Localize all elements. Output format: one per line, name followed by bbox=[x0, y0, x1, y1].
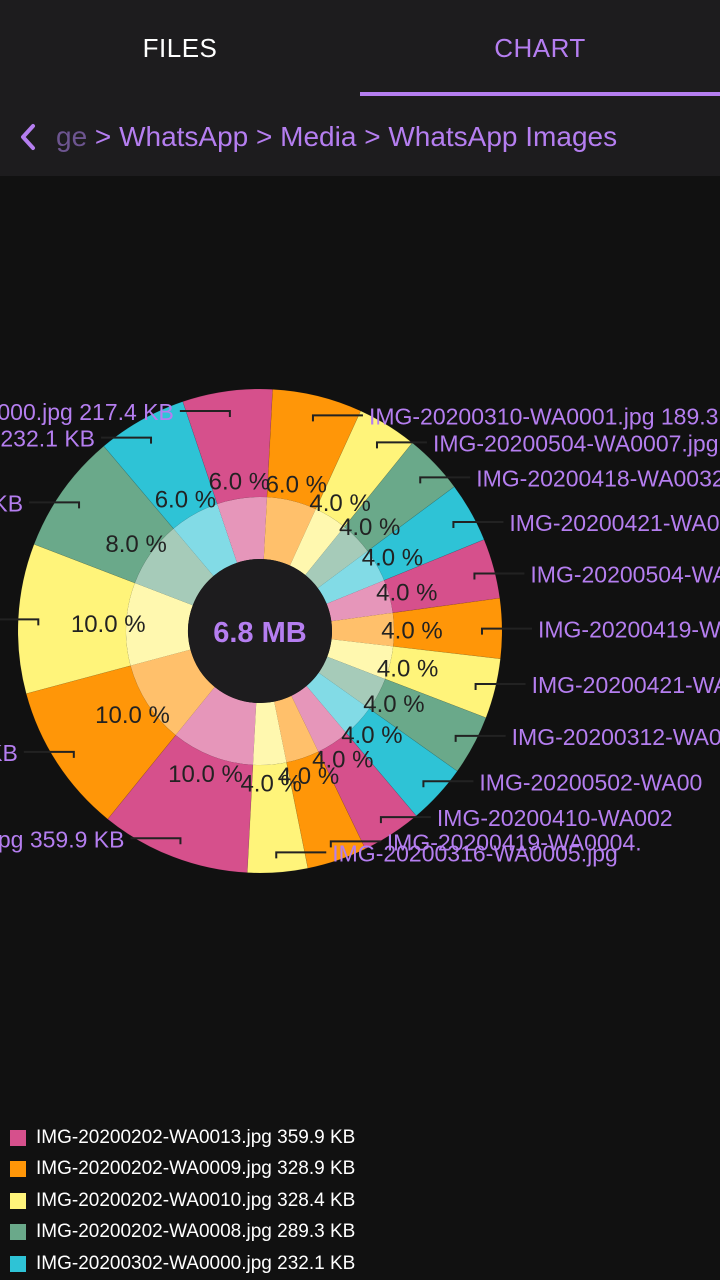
legend-swatch bbox=[10, 1161, 26, 1178]
pie-outer-label: IMG-20200310-WA0001.jpg 189.3 KB bbox=[369, 403, 720, 429]
pie-percent-label: 4.0 % bbox=[341, 722, 402, 749]
pie-outer-label: IMG-20200419-WA0 bbox=[538, 617, 720, 643]
breadcrumb-path[interactable]: ge > WhatsApp > Media > WhatsApp Images bbox=[56, 121, 617, 153]
back-button[interactable] bbox=[0, 109, 56, 165]
tab-files[interactable]: FILES bbox=[0, 0, 360, 96]
legend-swatch bbox=[10, 1255, 26, 1272]
legend-item: IMG-20200202-WA0010.jpg 328.4 KB bbox=[10, 1185, 710, 1217]
pie-percent-label: 4.0 % bbox=[309, 490, 370, 517]
legend-label: IMG-20200202-WA0013.jpg 359.9 KB bbox=[36, 1126, 356, 1148]
chart-legend: IMG-20200202-WA0013.jpg 359.9 KB IMG-202… bbox=[10, 1122, 710, 1280]
legend-label: IMG-20200302-WA0000.jpg 232.1 KB bbox=[36, 1252, 356, 1274]
legend-swatch bbox=[10, 1129, 26, 1146]
pie-outer-label: IMG-20200502-WA00 bbox=[479, 769, 702, 795]
tab-chart-label: CHART bbox=[494, 32, 586, 63]
pie-chart[interactable]: 6.8 MB 10.0 % IMG-20200202-WA0013.jpg 359.… bbox=[0, 176, 720, 1096]
chart-area: 6.8 MB 10.0 % IMG-20200202-WA0013.jpg 359.… bbox=[0, 176, 720, 1096]
pie-outer-label: IMG-20200317-WA0000.jpg 217.4 KB bbox=[0, 399, 174, 425]
pie-percent-label: 6.0 % bbox=[209, 468, 270, 495]
legend-item: IMG-20200202-WA0009.jpg 328.9 KB bbox=[10, 1154, 710, 1186]
app-header: FILES CHART ge > WhatsApp > Media > What… bbox=[0, 0, 720, 176]
legend-item: IMG-20200202-WA0013.jpg 359.9 KB bbox=[10, 1122, 710, 1154]
breadcrumb-faded-prefix: ge bbox=[56, 121, 88, 152]
legend-label: IMG-20200202-WA0008.jpg 289.3 KB bbox=[36, 1221, 356, 1243]
pie-percent-label: 4.0 % bbox=[339, 514, 400, 541]
legend-label: IMG-20200202-WA0010.jpg 328.4 KB bbox=[36, 1189, 356, 1211]
pie-outer-label: IMG-20200202-WA0013.jpg 359.9 KB bbox=[0, 826, 124, 852]
pie-outer-label: IMG-20200202-WA0008.jpg 289.3 KB bbox=[0, 490, 23, 516]
pie-outer-label: IMG-20200421-WA000 bbox=[509, 510, 720, 536]
pie-percent-label: 4.0 % bbox=[377, 655, 438, 682]
pie-percent-label: 10.0 % bbox=[71, 611, 146, 638]
breadcrumb-text: > WhatsApp > Media > WhatsApp Images bbox=[87, 121, 618, 152]
pie-outer-label: IMG-20200316-WA0005.jpg bbox=[332, 840, 618, 866]
pie-center-label: 6.8 MB bbox=[213, 617, 306, 649]
pie-percent-label: 4.0 % bbox=[376, 580, 437, 607]
pie-outer-label: IMG-20200202-WA0009.jpg 328.9 KB bbox=[0, 740, 18, 766]
chevron-left-icon bbox=[21, 124, 35, 150]
pie-percent-label: 4.0 % bbox=[363, 691, 424, 718]
pie-outer-label: IMG-20200302-WA0000.jpg 232.1 KB bbox=[0, 426, 95, 452]
legend-swatch bbox=[10, 1192, 26, 1209]
pie-percent-label: 10.0 % bbox=[95, 702, 170, 729]
pie-outer-label: IMG-20200312-WA0 bbox=[512, 724, 720, 750]
pie-percent-label: 8.0 % bbox=[105, 531, 166, 558]
pie-percent-label: 10.0 % bbox=[168, 761, 243, 788]
pie-outer-label: IMG-20200410-WA002 bbox=[437, 805, 673, 831]
tab-bar: FILES CHART bbox=[0, 0, 720, 96]
pie-outer-label: IMG-20200504-WA00 bbox=[530, 562, 720, 588]
breadcrumb: ge > WhatsApp > Media > WhatsApp Images bbox=[0, 104, 720, 170]
pie-percent-label: 4.0 % bbox=[381, 617, 442, 644]
tab-chart[interactable]: CHART bbox=[360, 0, 720, 96]
pie-percent-label: 4.0 % bbox=[362, 544, 423, 571]
legend-item: IMG-20200202-WA0008.jpg 289.3 KB bbox=[10, 1217, 710, 1249]
legend-swatch bbox=[10, 1224, 26, 1241]
pie-percent-label: 6.0 % bbox=[155, 487, 216, 514]
pie-outer-label: IMG-20200504-WA0007.jpg bbox=[433, 430, 719, 456]
pie-outer-label: IMG-20200421-WA00 bbox=[532, 672, 720, 698]
pie-outer-label: IMG-20200418-WA0032.jpg bbox=[476, 465, 720, 491]
legend-item: IMG-20200302-WA0000.jpg 232.1 KB bbox=[10, 1248, 710, 1280]
pie-percent-label: 4.0 % bbox=[240, 771, 301, 798]
tab-files-label: FILES bbox=[142, 32, 218, 63]
legend-label: IMG-20200202-WA0009.jpg 328.9 KB bbox=[36, 1158, 356, 1180]
